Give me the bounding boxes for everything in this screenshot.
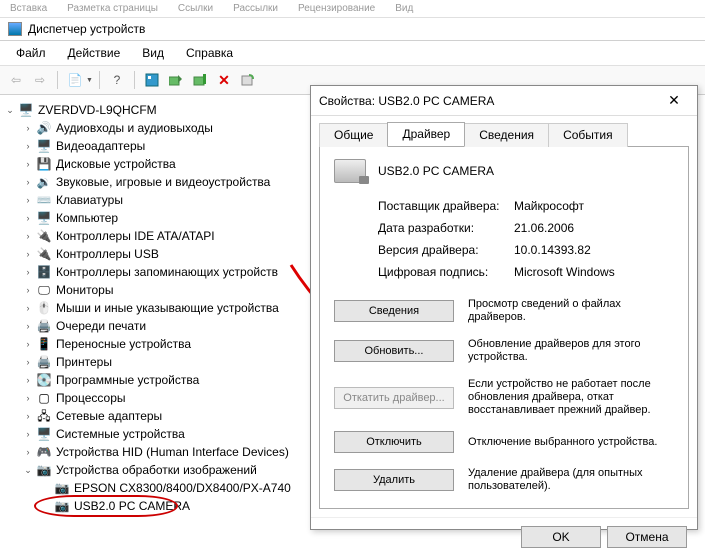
tab-details[interactable]: Сведения bbox=[464, 123, 549, 147]
help-button[interactable]: ? bbox=[106, 69, 128, 91]
tree-item[interactable]: Сетевые адаптеры bbox=[56, 407, 162, 425]
provider-label: Поставщик драйвера: bbox=[378, 199, 514, 213]
dialog-tabs: Общие Драйвер Сведения События bbox=[311, 116, 697, 146]
computer-icon: 🖥️ bbox=[18, 103, 34, 117]
device-tree[interactable]: ⌄🖥️ZVERDVD-L9QHCFM ›🔊Аудиовходы и аудиов… bbox=[0, 95, 330, 521]
menu-help[interactable]: Справка bbox=[176, 43, 243, 63]
date-value: 21.06.2006 bbox=[514, 221, 674, 235]
tree-item[interactable]: Компьютер bbox=[56, 209, 118, 227]
tab-driver[interactable]: Драйвер bbox=[387, 122, 465, 146]
display-icon: 🖥️ bbox=[36, 139, 52, 153]
sound-icon: 🔉 bbox=[36, 175, 52, 189]
portable-icon: 📱 bbox=[36, 337, 52, 351]
tree-item[interactable]: Переносные устройства bbox=[56, 335, 191, 353]
update-driver-button[interactable]: Обновить... bbox=[334, 340, 454, 362]
signature-label: Цифровая подпись: bbox=[378, 265, 514, 279]
menu-file[interactable]: Файл bbox=[6, 43, 56, 63]
background-ribbon: ВставкаРазметка страницыСсылкиРассылкиРе… bbox=[0, 0, 705, 18]
forward-button: ⇨ bbox=[29, 69, 51, 91]
tree-item-camera[interactable]: USB2.0 PC CAMERA bbox=[74, 497, 190, 515]
audio-icon: 🔊 bbox=[36, 121, 52, 135]
refresh-button[interactable] bbox=[237, 69, 259, 91]
hid-icon: 🎮 bbox=[36, 445, 52, 459]
keyboard-icon: ⌨️ bbox=[36, 193, 52, 207]
software-icon: 💽 bbox=[36, 373, 52, 387]
titlebar: Диспетчер устройств bbox=[0, 18, 705, 41]
version-value: 10.0.14393.82 bbox=[514, 243, 674, 257]
disk-icon: 💾 bbox=[36, 157, 52, 171]
camera-icon: 📷 bbox=[54, 481, 70, 495]
tree-item[interactable]: Дисковые устройства bbox=[56, 155, 176, 173]
cpu-icon: ▢ bbox=[36, 391, 52, 405]
printer-icon: 🖨️ bbox=[36, 319, 52, 333]
camera-icon: 📷 bbox=[54, 499, 70, 513]
monitor-icon: 🖵 bbox=[36, 283, 52, 297]
menubar: Файл Действие Вид Справка bbox=[0, 41, 705, 66]
device-icon bbox=[334, 159, 366, 183]
device-name: USB2.0 PC CAMERA bbox=[378, 164, 494, 178]
tree-item[interactable]: Контроллеры запоминающих устройств bbox=[56, 263, 278, 281]
expand-icon[interactable]: ⌄ bbox=[22, 461, 34, 479]
uninstall-button[interactable]: ✕ bbox=[213, 69, 235, 91]
printer-icon: 🖨️ bbox=[36, 355, 52, 369]
tree-item[interactable]: Аудиовходы и аудиовыходы bbox=[56, 119, 213, 137]
enable-button[interactable] bbox=[189, 69, 211, 91]
signature-value: Microsoft Windows bbox=[514, 265, 674, 279]
tree-item[interactable]: Мониторы bbox=[56, 281, 113, 299]
properties-button[interactable] bbox=[141, 69, 163, 91]
details-button[interactable]: Сведения bbox=[334, 300, 454, 322]
network-icon: 🖧 bbox=[36, 409, 52, 423]
computer-icon: 🖥️ bbox=[36, 211, 52, 225]
details-desc: Просмотр сведений о файлах драйверов. bbox=[468, 298, 674, 324]
tree-item[interactable]: Программные устройства bbox=[56, 371, 199, 389]
expand-icon[interactable]: › bbox=[22, 119, 34, 137]
tree-item[interactable]: Очереди печати bbox=[56, 317, 146, 335]
usb-icon: 🔌 bbox=[36, 247, 52, 261]
window-title: Диспетчер устройств bbox=[28, 22, 145, 36]
update-desc: Обновление драйверов для этого устройств… bbox=[468, 338, 674, 364]
tree-root[interactable]: ZVERDVD-L9QHCFM bbox=[38, 101, 157, 119]
provider-value: Майкрософт bbox=[514, 199, 674, 213]
scan-button[interactable]: 📄 bbox=[64, 69, 86, 91]
tree-item[interactable]: Звуковые, игровые и видеоустройства bbox=[56, 173, 270, 191]
dropdown-icon[interactable]: ▼ bbox=[86, 77, 93, 84]
remove-desc: Удаление драйвера (для опытных пользоват… bbox=[468, 467, 674, 493]
system-icon: 🖥️ bbox=[36, 427, 52, 441]
tree-item[interactable]: Принтеры bbox=[56, 353, 112, 371]
imaging-icon: 📷 bbox=[36, 463, 52, 477]
menu-view[interactable]: Вид bbox=[132, 43, 174, 63]
disable-desc: Отключение выбранного устройства. bbox=[468, 436, 674, 449]
remove-button[interactable]: Удалить bbox=[334, 469, 454, 491]
version-label: Версия драйвера: bbox=[378, 243, 514, 257]
expand-icon[interactable]: ⌄ bbox=[4, 101, 16, 119]
tab-general[interactable]: Общие bbox=[319, 123, 388, 147]
ide-icon: 🔌 bbox=[36, 229, 52, 243]
tree-item-epson[interactable]: EPSON CX8300/8400/DX8400/PX-A740 bbox=[74, 479, 291, 497]
tree-item[interactable]: Устройства HID (Human Interface Devices) bbox=[56, 443, 289, 461]
tab-panel: USB2.0 PC CAMERA Поставщик драйвера:Майк… bbox=[319, 146, 689, 509]
mouse-icon: 🖱️ bbox=[36, 301, 52, 315]
tree-item[interactable]: Контроллеры USB bbox=[56, 245, 159, 263]
tree-item[interactable]: Контроллеры IDE ATA/ATAPI bbox=[56, 227, 215, 245]
dialog-title: Свойства: USB2.0 PC CAMERA bbox=[319, 94, 659, 108]
tree-item[interactable]: Системные устройства bbox=[56, 425, 185, 443]
tree-item-imaging[interactable]: Устройства обработки изображений bbox=[56, 461, 257, 479]
tree-item[interactable]: Видеоадаптеры bbox=[56, 137, 145, 155]
app-icon bbox=[8, 22, 22, 36]
disable-button[interactable]: Отключить bbox=[334, 431, 454, 453]
tab-events[interactable]: События bbox=[548, 123, 628, 147]
menu-action[interactable]: Действие bbox=[58, 43, 131, 63]
update-button[interactable] bbox=[165, 69, 187, 91]
back-button: ⇦ bbox=[5, 69, 27, 91]
date-label: Дата разработки: bbox=[378, 221, 514, 235]
rollback-button: Откатить драйвер... bbox=[334, 387, 454, 409]
tree-item[interactable]: Мыши и иные указывающие устройства bbox=[56, 299, 279, 317]
tree-item[interactable]: Клавиатуры bbox=[56, 191, 123, 209]
rollback-desc: Если устройство не работает после обновл… bbox=[468, 378, 674, 417]
close-button[interactable]: ✕ bbox=[659, 92, 689, 109]
tree-item[interactable]: Процессоры bbox=[56, 389, 126, 407]
storage-icon: 🗄️ bbox=[36, 265, 52, 279]
properties-dialog: Свойства: USB2.0 PC CAMERA ✕ Общие Драйв… bbox=[310, 85, 698, 530]
